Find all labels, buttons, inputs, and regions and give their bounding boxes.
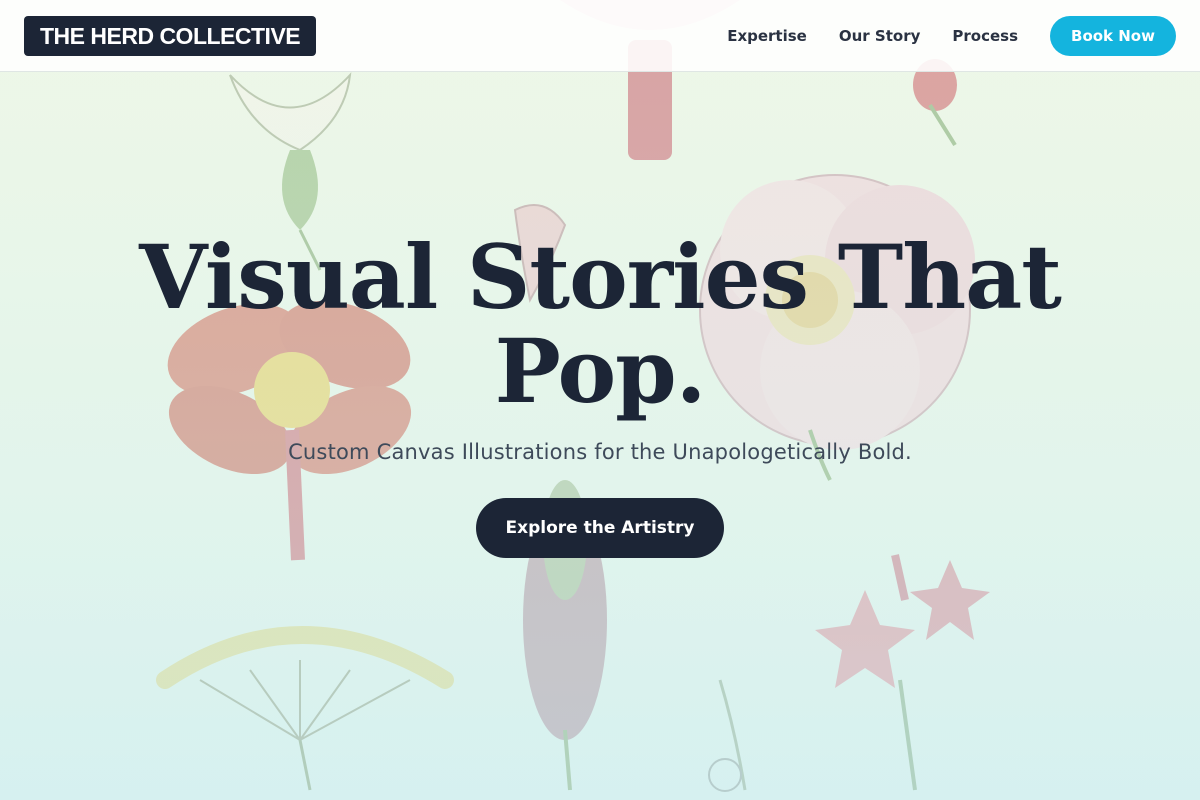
top-navbar: THE HERD COLLECTIVE Expertise Our Story … bbox=[0, 0, 1200, 72]
nav-link-expertise[interactable]: Expertise bbox=[727, 27, 807, 45]
explore-artistry-button[interactable]: Explore the Artistry bbox=[476, 498, 724, 558]
hero-title-line1: Visual Stories That bbox=[139, 225, 1062, 329]
main-nav: Expertise Our Story Process Book Now bbox=[727, 15, 1176, 56]
nav-link-process[interactable]: Process bbox=[952, 27, 1018, 45]
book-now-button[interactable]: Book Now bbox=[1050, 15, 1176, 56]
hero-section: Visual Stories That Pop. Custom Canvas I… bbox=[0, 230, 1200, 558]
hero-title: Visual Stories That Pop. bbox=[0, 230, 1200, 418]
brand-logo[interactable]: THE HERD COLLECTIVE bbox=[24, 15, 317, 56]
nav-link-our-story[interactable]: Our Story bbox=[839, 27, 921, 45]
hero-title-line2: Pop. bbox=[494, 319, 707, 423]
hero-subtitle: Custom Canvas Illustrations for the Unap… bbox=[288, 440, 912, 464]
